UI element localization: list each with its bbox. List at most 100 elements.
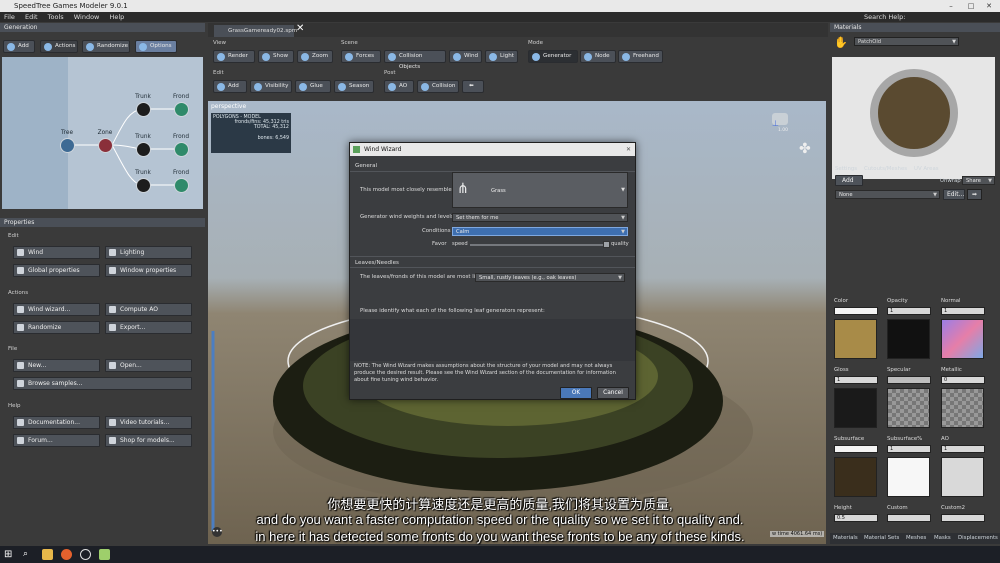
season-button[interactable]: Season bbox=[334, 80, 374, 93]
collision-button[interactable]: Collision bbox=[417, 80, 459, 93]
opacity-texture-thumb[interactable] bbox=[887, 319, 930, 359]
new-file-button[interactable]: New... bbox=[13, 359, 100, 372]
zoom-button[interactable]: Zoom bbox=[297, 50, 333, 63]
render-button[interactable]: Render bbox=[213, 50, 255, 63]
trunk-node[interactable] bbox=[136, 142, 151, 157]
add-cutout-button[interactable]: Add bbox=[835, 175, 863, 186]
randomize-button[interactable]: Randomize bbox=[82, 40, 130, 53]
wind-scene-button[interactable]: Wind bbox=[449, 50, 482, 63]
frond-node[interactable] bbox=[174, 102, 189, 117]
add-button[interactable]: Add bbox=[213, 80, 247, 93]
tab-uv-areas[interactable]: UV Areas bbox=[914, 166, 939, 172]
trunk-node[interactable] bbox=[136, 102, 151, 117]
menu-file[interactable]: File bbox=[4, 13, 15, 21]
close-icon[interactable]: ✕ bbox=[980, 0, 998, 12]
subsurface-texture-thumb[interactable] bbox=[834, 457, 877, 497]
glue-button[interactable]: Glue bbox=[295, 80, 331, 93]
specular-value[interactable] bbox=[887, 376, 931, 384]
axis-gizmo-icon[interactable]: ⊥ bbox=[772, 119, 779, 128]
trunk-node[interactable] bbox=[136, 178, 151, 193]
subsurface-percent-texture-thumb[interactable] bbox=[887, 457, 930, 497]
frond-node[interactable] bbox=[174, 142, 189, 157]
windows-start-icon[interactable]: ⊞ bbox=[4, 549, 15, 560]
conditions-select[interactable]: Calm ▼ bbox=[452, 227, 628, 236]
normal-texture-thumb[interactable] bbox=[941, 319, 984, 359]
subsurface-percent-value[interactable]: 1 bbox=[887, 445, 931, 453]
video-tutorials-button[interactable]: Video tutorials... bbox=[105, 416, 192, 429]
randomize-properties-button[interactable]: Randomize bbox=[13, 321, 100, 334]
model-type-select[interactable]: ⋔ Grass ▼ bbox=[452, 172, 628, 208]
edit-cutout-button[interactable]: Edit... bbox=[943, 189, 965, 200]
search-icon[interactable]: ⌕ bbox=[23, 549, 34, 560]
options-button[interactable]: Options bbox=[135, 40, 177, 53]
zone-node[interactable] bbox=[98, 138, 113, 153]
ao-button[interactable]: AO bbox=[384, 80, 414, 93]
cutout-select[interactable]: None ▼ bbox=[835, 190, 940, 199]
search-help-label[interactable]: Search Help: bbox=[864, 12, 905, 22]
collision-objects-button[interactable]: Collision Objects bbox=[384, 50, 446, 70]
menu-edit[interactable]: Edit bbox=[25, 13, 38, 21]
fan-icon[interactable]: ✤ bbox=[799, 141, 811, 157]
forces-button[interactable]: Forces bbox=[341, 50, 381, 63]
material-select[interactable]: PatchOld ▼ bbox=[854, 37, 959, 46]
favor-slider-track[interactable] bbox=[470, 241, 611, 248]
file-explorer-icon[interactable] bbox=[42, 549, 53, 560]
opacity-value[interactable]: 1 bbox=[887, 307, 931, 315]
menu-help[interactable]: Help bbox=[109, 13, 124, 21]
document-tab[interactable]: GrassGameready02.spm bbox=[214, 25, 297, 37]
generator-mode-button[interactable]: Generator bbox=[528, 50, 578, 63]
browse-samples-button[interactable]: Browse samples... bbox=[13, 377, 192, 390]
tree-node[interactable] bbox=[60, 138, 75, 153]
color-texture-thumb[interactable] bbox=[834, 319, 877, 359]
back-arrow-button[interactable]: ⬅ bbox=[462, 80, 484, 93]
compute-ao-button[interactable]: Compute AO bbox=[105, 303, 192, 316]
leaves-type-select[interactable]: Small, rustly leaves (e.g., oak leaves) ▼ bbox=[475, 273, 625, 282]
close-tab-icon[interactable]: ✕ bbox=[296, 23, 304, 34]
actions-button[interactable]: Actions bbox=[40, 40, 78, 53]
gloss-value[interactable]: 1 bbox=[834, 376, 878, 384]
maximize-icon[interactable]: □ bbox=[962, 0, 980, 12]
generation-graph[interactable]: Tree Zone Trunk Frond Trunk Frond Trunk … bbox=[2, 57, 203, 209]
tab-cutouts-meshes[interactable]: Cutouts/Meshes bbox=[864, 166, 907, 172]
lighting-button[interactable]: Lighting bbox=[105, 246, 192, 259]
specular-texture-thumb[interactable] bbox=[887, 388, 930, 428]
weights-select[interactable]: Set them for me ▼ bbox=[452, 213, 628, 222]
export-button[interactable]: Export... bbox=[105, 321, 192, 334]
metallic-value[interactable]: 0 bbox=[941, 376, 985, 384]
normal-value[interactable]: 1 bbox=[941, 307, 985, 315]
show-button[interactable]: Show bbox=[258, 50, 294, 63]
obs-icon[interactable] bbox=[80, 549, 91, 560]
subsurface-value[interactable] bbox=[834, 445, 878, 453]
global-properties-button[interactable]: Global properties bbox=[13, 264, 100, 277]
minimize-icon[interactable]: – bbox=[942, 0, 960, 12]
dialog-close-icon[interactable]: ✕ bbox=[626, 143, 631, 156]
wind-button[interactable]: Wind bbox=[13, 246, 100, 259]
cancel-button[interactable]: Cancel bbox=[597, 387, 629, 399]
ok-button[interactable]: OK bbox=[560, 387, 592, 399]
unwrap-select[interactable]: Share ▼ bbox=[962, 176, 995, 185]
visibility-button[interactable]: Visibility bbox=[250, 80, 292, 93]
gloss-texture-thumb[interactable] bbox=[834, 388, 877, 428]
speedtree-taskbar-icon[interactable] bbox=[99, 549, 110, 560]
open-file-button[interactable]: Open... bbox=[105, 359, 192, 372]
menu-window[interactable]: Window bbox=[74, 13, 100, 21]
favor-slider-thumb[interactable] bbox=[603, 241, 611, 248]
window-properties-button[interactable]: Window properties bbox=[105, 264, 192, 277]
add-generator-button[interactable]: Add bbox=[3, 40, 35, 53]
color-value[interactable] bbox=[834, 307, 878, 315]
ao-value[interactable]: 1 bbox=[941, 445, 985, 453]
light-button[interactable]: Light bbox=[485, 50, 518, 63]
firefox-icon[interactable] bbox=[61, 549, 72, 560]
freehand-mode-button[interactable]: Freehand bbox=[618, 50, 663, 63]
menu-tools[interactable]: Tools bbox=[48, 13, 64, 21]
documentation-button[interactable]: Documentation... bbox=[13, 416, 100, 429]
ao-texture-thumb[interactable] bbox=[941, 457, 984, 497]
hand-icon[interactable]: ✋ bbox=[834, 36, 849, 51]
shop-models-button[interactable]: Shop for models... bbox=[105, 434, 192, 447]
frond-node[interactable] bbox=[174, 178, 189, 193]
node-mode-button[interactable]: Node bbox=[580, 50, 616, 63]
arrow-right-icon[interactable]: ➡ bbox=[967, 189, 982, 200]
wind-wizard-button[interactable]: Wind wizard... bbox=[13, 303, 100, 316]
tab-settings[interactable]: Settings bbox=[835, 166, 857, 172]
metallic-texture-thumb[interactable] bbox=[941, 388, 984, 428]
